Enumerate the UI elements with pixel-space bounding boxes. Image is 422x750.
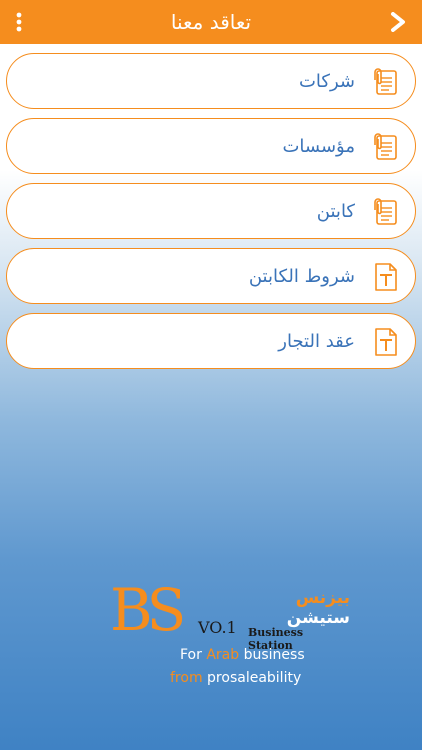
menu-item-merchants-contract[interactable]: عقد التجار: [6, 313, 416, 369]
logo-arabic-part1: بيزنس: [295, 588, 350, 608]
chevron-right-icon: [391, 12, 405, 32]
menu-item-institutions[interactable]: مؤسسات: [6, 118, 416, 174]
menu-item-label: شركات: [298, 71, 355, 92]
logo-tagline-1: For Arab business: [180, 647, 305, 663]
tagline1-c: business: [239, 647, 305, 663]
paperclip-document-icon: [374, 133, 397, 160]
business-station-logo: BS بيزنس ستيشن VO.1 Business Station For…: [110, 580, 350, 695]
menu-item-label: مؤسسات: [282, 136, 355, 157]
menu-item-captain[interactable]: كابتن: [6, 183, 416, 239]
logo-arabic-part2: ستيشن: [286, 608, 350, 628]
tagline2-a: from: [170, 670, 203, 686]
menu-item-label: عقد التجار: [278, 331, 355, 352]
text-document-icon: [375, 328, 397, 356]
logo-tagline-2: from prosaleability: [170, 670, 301, 686]
top-app-bar: تعاقد معنا: [0, 0, 422, 44]
logo-mark: BS: [110, 576, 186, 644]
contract-menu-list: شركات مؤسسات كابتن شروط الكابتن عقد التج…: [6, 53, 416, 378]
logo-version: VO.1: [198, 618, 237, 637]
paperclip-document-icon: [374, 68, 397, 95]
more-options-button[interactable]: [8, 8, 30, 36]
text-document-icon: [375, 263, 397, 291]
menu-item-label: شروط الكابتن: [248, 266, 355, 287]
menu-item-captain-terms[interactable]: شروط الكابتن: [6, 248, 416, 304]
paperclip-document-icon: [374, 198, 397, 225]
menu-item-label: كابتن: [316, 201, 355, 222]
logo-arabic-name: بيزنس ستيشن: [240, 588, 350, 628]
more-vertical-icon: [16, 12, 22, 32]
menu-item-companies[interactable]: شركات: [6, 53, 416, 109]
back-button[interactable]: [384, 8, 412, 36]
tagline1-b: Arab: [206, 647, 240, 663]
tagline2-b: prosaleability: [202, 670, 302, 686]
tagline1-a: For: [180, 647, 207, 663]
page-title: تعاقد معنا: [170, 10, 252, 34]
